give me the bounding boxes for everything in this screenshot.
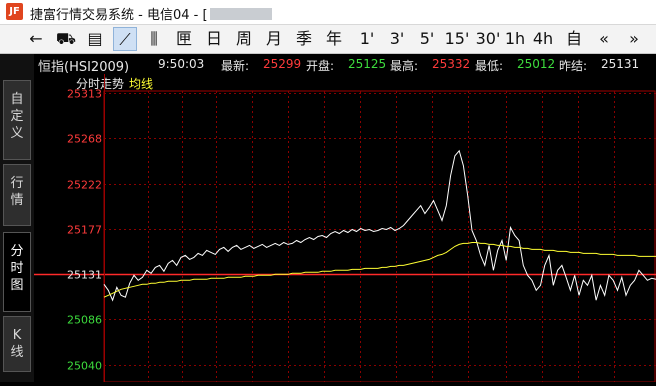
period-15min-button[interactable]: 15' — [444, 27, 470, 51]
period-custom-button[interactable]: 自 — [562, 27, 586, 51]
high-label: 最高: — [390, 59, 419, 73]
sidebar-tab-2[interactable]: 分 时 图 — [3, 232, 31, 312]
cart-icon[interactable]: ⛟ — [54, 27, 78, 51]
y-tick-label: 25131 — [67, 269, 102, 282]
toolbar: ← ⛟ ▤ ⟋ ⫼ 匣日周月季年 1' 3' 5' 15' 30' 1h 4h 自 «» — [0, 25, 656, 54]
plot-frame — [103, 90, 656, 383]
period-year-button[interactable]: 年 — [322, 27, 346, 51]
left-sidebar: 自 定 义行 情分 时 图 K 线 — [0, 54, 34, 382]
period-quarter-button[interactable]: 季 — [292, 27, 316, 51]
sidebar-tab-1[interactable]: 行 情 — [3, 164, 31, 226]
intraday-chart-svg: 分时走势 均线 25313252682522225177251312508625… — [34, 74, 656, 383]
price-line — [103, 149, 656, 302]
high-value: 25332 — [432, 57, 471, 71]
period-1min-button[interactable]: 1' — [355, 27, 379, 51]
period-4h-button[interactable]: 4h — [531, 27, 555, 51]
open-value: 25125 — [348, 57, 387, 71]
title-bar: JF 捷富行情交易系统 - 电信04 - [ — [0, 0, 656, 25]
instrument-name: 恒指(HSI2009) — [38, 60, 130, 75]
latest-label: 最新: — [221, 59, 250, 73]
redacted-account — [209, 8, 272, 20]
window-title: 捷富行情交易系统 - 电信04 - [ — [30, 4, 272, 23]
period-week-button[interactable]: 周 — [232, 27, 256, 51]
app-logo: JF — [6, 3, 23, 20]
period-month-button[interactable]: 月 — [262, 27, 286, 51]
period-3min-button[interactable]: 3' — [385, 27, 409, 51]
prev-close-value: 25131 — [601, 57, 640, 71]
latest-value: 25299 — [263, 57, 302, 71]
period-day-button[interactable]: 日 — [202, 27, 226, 51]
y-tick-label: 25268 — [67, 133, 102, 146]
intraday-chart[interactable]: 分时走势 均线 25313 25268 25222 25177 25131 25086 25… — [34, 74, 656, 383]
avg-legend: 均线 — [129, 77, 153, 91]
y-tick-label: 25040 — [67, 360, 102, 373]
prev-icon[interactable]: « — [591, 27, 617, 51]
sidebar-tab-0[interactable]: 自 定 义 — [3, 80, 31, 160]
quote-time: 9:50:03 — [158, 57, 205, 71]
y-tick-label: 25177 — [67, 224, 102, 237]
open-label: 开盘: — [306, 59, 335, 73]
line-chart-icon[interactable]: ⟋ — [113, 27, 137, 51]
period-5min-button[interactable]: 5' — [415, 27, 439, 51]
period-1h-button[interactable]: 1h — [503, 27, 527, 51]
next-icon[interactable]: » — [621, 27, 647, 51]
y-tick-label: 25086 — [67, 314, 102, 327]
low-value: 25012 — [517, 57, 556, 71]
sidebar-tab-3[interactable]: K 线 — [3, 316, 31, 372]
period-fenbi-button[interactable]: 匣 — [172, 27, 196, 51]
avg-line — [103, 242, 656, 298]
low-label: 最低: — [475, 59, 504, 73]
y-tick-label: 25313 — [67, 88, 102, 101]
quote-header: 恒指(HSI2009) 9:50:03 最新: 25299 开盘: 25125 … — [34, 54, 656, 75]
candlestick-icon[interactable]: ⫼ — [142, 27, 166, 51]
window-title-text: 捷富行情交易系统 - 电信04 - [ — [30, 8, 208, 23]
y-tick-label: 25222 — [67, 179, 102, 192]
period-30min-button[interactable]: 30' — [475, 27, 501, 51]
back-arrow-icon[interactable]: ← — [24, 27, 48, 51]
prev-close-label: 昨结: — [559, 59, 588, 73]
table-icon[interactable]: ▤ — [84, 27, 106, 51]
